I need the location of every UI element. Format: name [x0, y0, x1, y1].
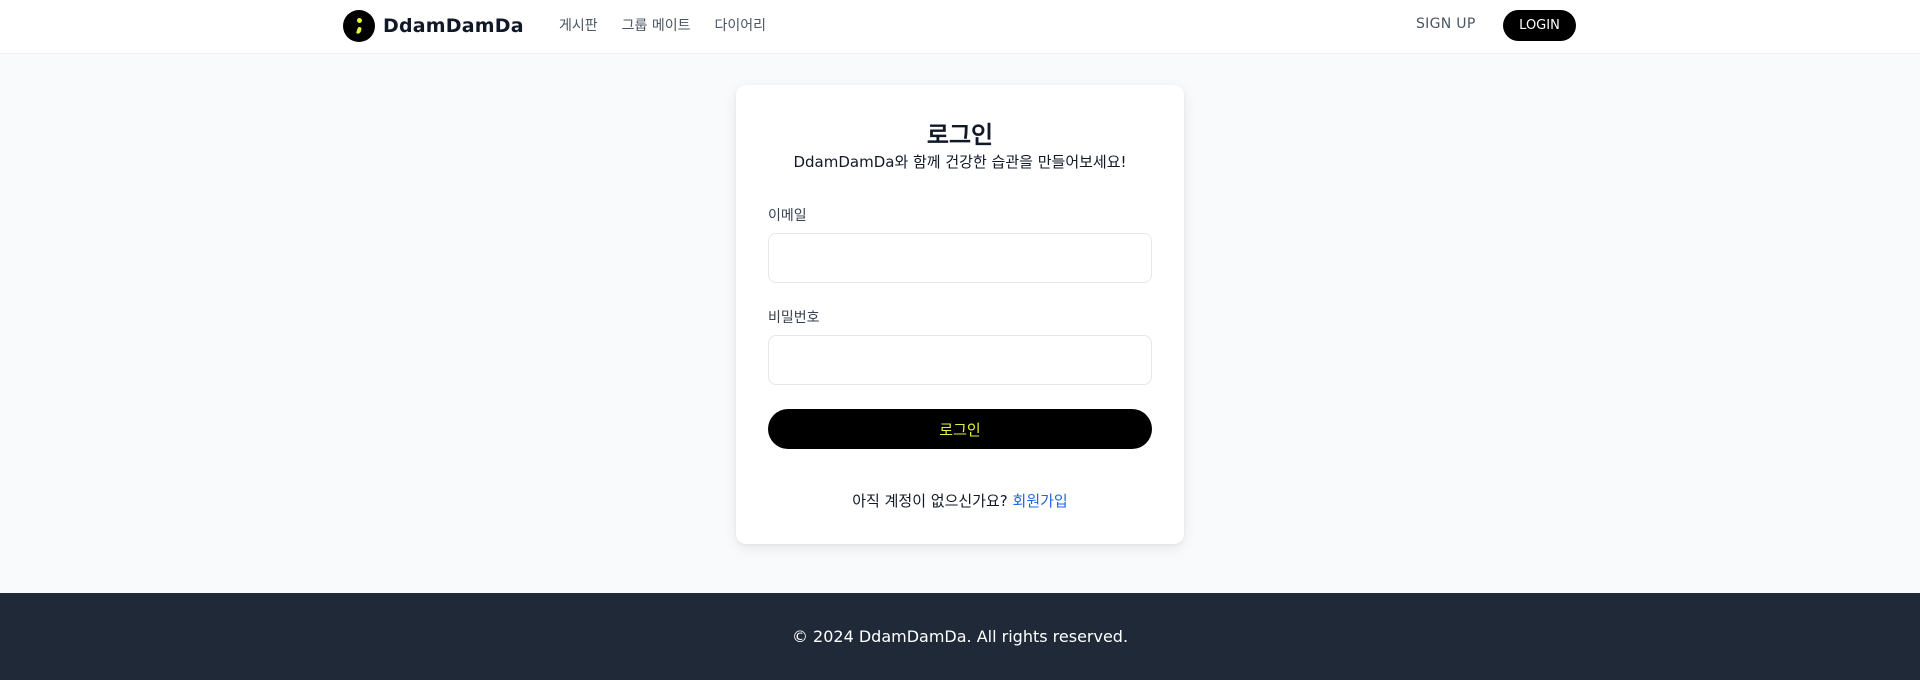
brand-name: DdamDamDa [383, 14, 524, 37]
password-label: 비밀번호 [768, 310, 820, 326]
signup-link[interactable]: 회원가입 [1013, 492, 1068, 510]
nav-item-diary[interactable]: 다이어리 [715, 15, 767, 35]
semicolon-logo-icon [343, 9, 375, 42]
password-field[interactable] [768, 335, 1152, 385]
signup-prompt-text: 아직 계정이 없으신가요? [852, 492, 1013, 510]
email-field[interactable] [768, 233, 1152, 283]
login-submit-button[interactable]: 로그인 [768, 409, 1152, 449]
top-nav-bar: DdamDamDa 게시판 그룹 메이트 다이어리 SIGN UP LOGIN [0, 0, 1920, 54]
page-subtitle: DdamDamDa와 함께 건강한 습관을 만들어보세요! [793, 153, 1127, 171]
login-card: 로그인 DdamDamDa와 함께 건강한 습관을 만들어보세요! 이메일 비밀… [736, 85, 1184, 544]
main-nav: 게시판 그룹 메이트 다이어리 [559, 0, 766, 50]
nav-item-group-mate[interactable]: 그룹 메이트 [622, 15, 691, 35]
email-label: 이메일 [768, 208, 807, 224]
copyright-text: © 2024 DdamDamDa. All rights reserved. [791, 627, 1129, 646]
login-button-header[interactable]: LOGIN [1503, 10, 1576, 41]
page-title: 로그인 [926, 121, 994, 149]
brand-logo-link[interactable]: DdamDamDa [343, 9, 524, 42]
signup-prompt: 아직 계정이 없으신가요? 회원가입 [736, 490, 1184, 511]
nav-item-board[interactable]: 게시판 [559, 15, 598, 35]
footer: © 2024 DdamDamDa. All rights reserved. [0, 593, 1920, 680]
signup-link-header[interactable]: SIGN UP [1416, 16, 1476, 32]
